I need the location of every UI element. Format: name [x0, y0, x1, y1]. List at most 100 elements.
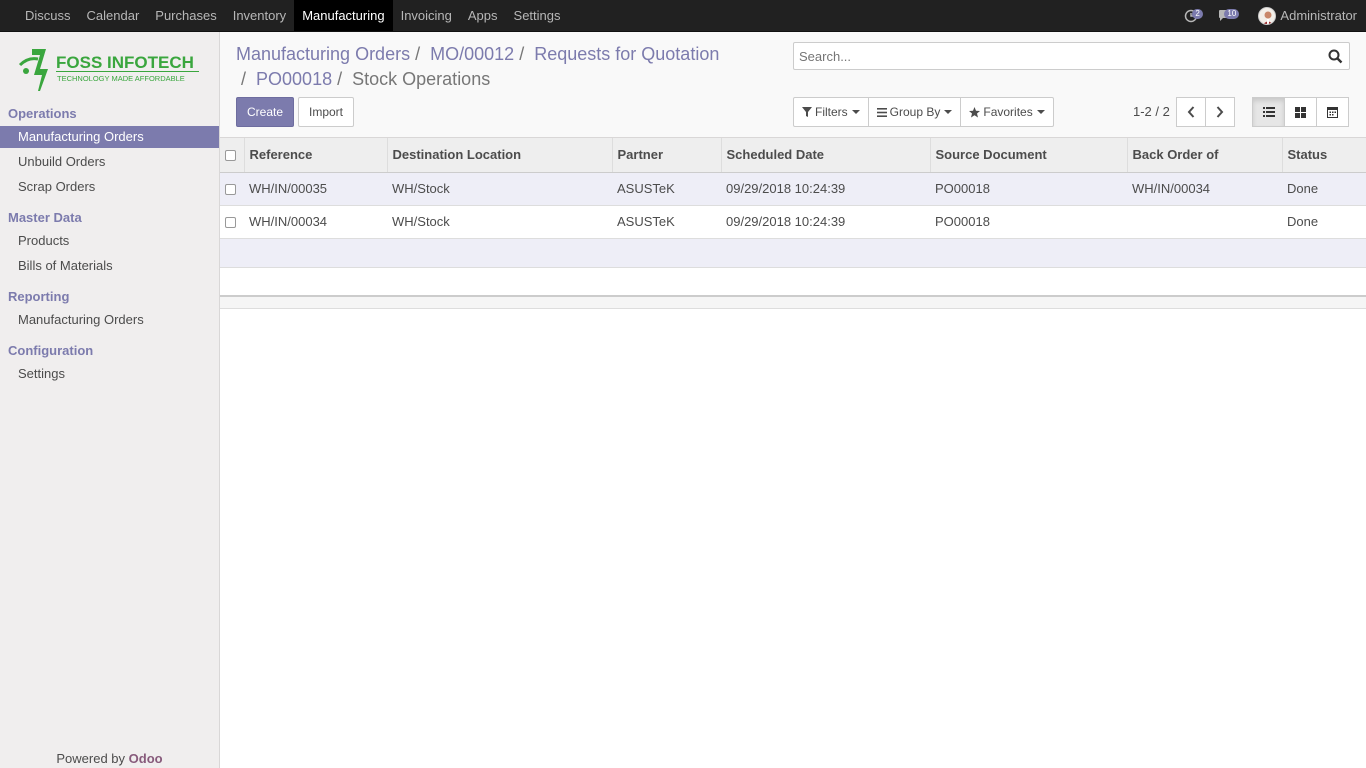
- cell-reference: WH/IN/00034: [244, 205, 387, 239]
- cell-source-document: PO00018: [930, 205, 1127, 239]
- powered-by: Powered by Odoo: [0, 751, 219, 766]
- table-row[interactable]: WH/IN/00034 WH/Stock ASUSTeK 09/29/2018 …: [220, 205, 1366, 239]
- chevron-left-icon: [1187, 106, 1195, 118]
- bars-icon: [876, 107, 887, 117]
- group-by-dropdown[interactable]: Group By: [869, 98, 962, 126]
- search-icon[interactable]: [1328, 49, 1343, 64]
- cell-status: Done: [1282, 205, 1366, 239]
- user-name[interactable]: Administrator: [1280, 8, 1357, 23]
- cell-back-order-of: [1127, 205, 1282, 239]
- row-select-cell: [220, 172, 244, 206]
- list-icon: [1262, 107, 1275, 117]
- cell-reference: WH/IN/00035: [244, 172, 387, 206]
- cell-status: Done: [1282, 172, 1366, 206]
- kanban-icon: [1295, 106, 1306, 118]
- cell-scheduled-date: 09/29/2018 10:24:39: [721, 205, 930, 239]
- cell-back-order-of: WH/IN/00034: [1127, 172, 1282, 206]
- menu-discuss[interactable]: Discuss: [17, 0, 79, 31]
- menu-invoicing[interactable]: Invoicing: [393, 0, 460, 31]
- kanban-view-button[interactable]: [1284, 97, 1317, 127]
- sidebar-item-products[interactable]: Products: [0, 230, 219, 252]
- messaging-badge: 10: [1224, 9, 1240, 19]
- menu-inventory[interactable]: Inventory: [225, 0, 294, 31]
- logo-name: FOSS INFOTECH: [56, 53, 194, 72]
- sidebar-item-scrap-orders[interactable]: Scrap Orders: [0, 176, 219, 198]
- pager-value[interactable]: 1-2 / 2: [1133, 104, 1170, 119]
- activity-button[interactable]: 2: [1184, 0, 1206, 31]
- column-back-order-of[interactable]: Back Order of: [1127, 138, 1283, 173]
- column-destination-location[interactable]: Destination Location: [387, 138, 613, 173]
- calendar-view-button[interactable]: [1316, 97, 1349, 127]
- caret-down-icon: [1036, 110, 1045, 114]
- sidebar-item-unbuild-orders[interactable]: Unbuild Orders: [0, 151, 219, 173]
- odoo-link[interactable]: Odoo: [129, 751, 163, 766]
- column-partner[interactable]: Partner: [612, 138, 722, 173]
- calendar-icon: [1327, 107, 1338, 118]
- user-avatar[interactable]: [1258, 6, 1277, 25]
- sidebar: FOSS INFOTECH TECHNOLOGY MADE AFFORDABLE…: [0, 32, 220, 768]
- column-scheduled-date[interactable]: Scheduled Date: [721, 138, 931, 173]
- select-all-checkbox[interactable]: [225, 150, 236, 162]
- control-panel: Manufacturing Orders / MO/00012 / Reques…: [220, 32, 1366, 138]
- column-reference[interactable]: Reference: [244, 138, 388, 173]
- caret-down-icon: [944, 110, 953, 114]
- filters-dropdown[interactable]: Filters: [794, 98, 869, 126]
- filters-label: Filters: [815, 105, 848, 119]
- row-checkbox[interactable]: [225, 217, 236, 229]
- app-menu: Discuss Calendar Purchases Inventory Man…: [17, 0, 569, 31]
- sidebar-item-manufacturing-orders[interactable]: Manufacturing Orders: [0, 126, 219, 148]
- breadcrumb-mo[interactable]: MO/00012: [430, 44, 514, 64]
- menu-purchases[interactable]: Purchases: [147, 0, 224, 31]
- chevron-right-icon: [1216, 106, 1224, 118]
- systray: 2 10 Administrator: [1184, 0, 1357, 31]
- sidebar-item-settings[interactable]: Settings: [0, 363, 219, 385]
- create-button[interactable]: Create: [236, 97, 294, 127]
- favorites-dropdown[interactable]: Favorites: [961, 98, 1052, 126]
- menu-manufacturing[interactable]: Manufacturing: [294, 0, 393, 31]
- powered-by-text: Powered by: [56, 751, 126, 766]
- list-view: Reference Destination Location Partner S…: [220, 138, 1366, 309]
- breadcrumb-manufacturing-orders[interactable]: Manufacturing Orders: [236, 44, 410, 64]
- section-configuration: Configuration: [8, 343, 94, 358]
- column-source-document[interactable]: Source Document: [930, 138, 1128, 173]
- column-status[interactable]: Status: [1282, 138, 1366, 173]
- section-master-data: Master Data: [8, 210, 82, 225]
- breadcrumb-separator: /: [415, 44, 421, 64]
- pager-previous-button[interactable]: [1176, 97, 1206, 127]
- messaging-button[interactable]: 10: [1218, 0, 1246, 31]
- cell-scheduled-date: 09/29/2018 10:24:39: [721, 172, 930, 206]
- row-select-cell: [220, 205, 244, 239]
- breadcrumb-line-1: Manufacturing Orders / MO/00012 / Reques…: [236, 44, 719, 65]
- company-logo: FOSS INFOTECH TECHNOLOGY MADE AFFORDABLE: [18, 45, 203, 93]
- table-footer: [220, 296, 1366, 309]
- list-view-button[interactable]: [1252, 97, 1285, 127]
- search-box: [793, 42, 1350, 70]
- menu-calendar[interactable]: Calendar: [79, 0, 148, 31]
- breadcrumb-current: Stock Operations: [352, 69, 491, 89]
- group-by-label: Group By: [889, 105, 941, 119]
- star-icon: [969, 106, 981, 117]
- breadcrumb-line-2: / PO00018 / Stock Operations: [241, 69, 490, 90]
- logo-tagline: TECHNOLOGY MADE AFFORDABLE: [57, 74, 185, 83]
- breadcrumb-separator: /: [337, 69, 343, 89]
- cell-partner: ASUSTeK: [612, 172, 721, 206]
- empty-row: [220, 238, 1366, 268]
- sidebar-item-bills-of-materials[interactable]: Bills of Materials: [0, 255, 219, 277]
- table-row[interactable]: WH/IN/00035 WH/Stock ASUSTeK 09/29/2018 …: [220, 172, 1366, 206]
- sidebar-item-reporting-manufacturing-orders[interactable]: Manufacturing Orders: [0, 309, 219, 331]
- row-checkbox[interactable]: [225, 184, 236, 196]
- breadcrumb-rfq[interactable]: Requests for Quotation: [534, 44, 719, 64]
- activity-badge: 2: [1192, 9, 1203, 19]
- caret-down-icon: [851, 110, 860, 114]
- search-input[interactable]: [794, 43, 1314, 69]
- menu-apps[interactable]: Apps: [460, 0, 506, 31]
- search-options: Filters Group By Favorites: [793, 97, 1054, 127]
- menu-settings[interactable]: Settings: [506, 0, 569, 31]
- cell-source-document: PO00018: [930, 172, 1127, 206]
- breadcrumb-po[interactable]: PO00018: [256, 69, 332, 89]
- import-button[interactable]: Import: [298, 97, 354, 127]
- breadcrumb-separator: /: [241, 69, 247, 89]
- section-reporting: Reporting: [8, 289, 70, 304]
- breadcrumb-separator: /: [519, 44, 525, 64]
- pager-next-button[interactable]: [1205, 97, 1235, 127]
